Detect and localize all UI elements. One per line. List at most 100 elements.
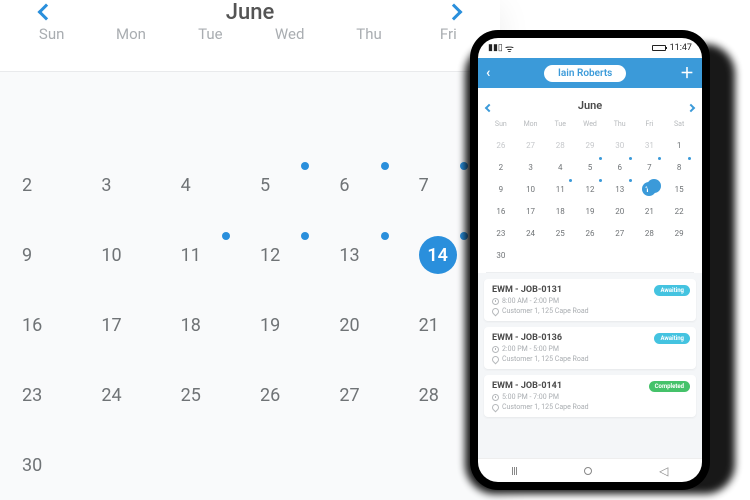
- calendar-day-prev-month[interactable]: 27: [516, 134, 546, 156]
- calendar-day[interactable]: 11: [171, 220, 250, 290]
- day-name: Tue: [171, 25, 250, 43]
- status-right: 11:47: [652, 43, 692, 53]
- mini-prev-month-button[interactable]: [486, 96, 492, 115]
- calendar-day[interactable]: 6: [329, 150, 408, 220]
- calendar-day[interactable]: 12: [250, 220, 329, 290]
- clock-icon: [492, 298, 499, 305]
- calendar-day[interactable]: 29: [664, 222, 694, 244]
- calendar-day[interactable]: 5: [575, 156, 605, 178]
- job-time: 8:00 AM - 2:00 PM: [492, 297, 688, 305]
- calendar-day[interactable]: 2: [12, 150, 91, 220]
- back-nav-button[interactable]: ◁: [659, 464, 668, 478]
- calendar-day[interactable]: 30: [486, 244, 516, 266]
- add-button[interactable]: ＋: [680, 63, 694, 83]
- calendar-day[interactable]: 18: [171, 290, 250, 360]
- mini-next-month-button[interactable]: [688, 96, 694, 115]
- event-dot-icon: [688, 157, 691, 160]
- calendar-day: [329, 80, 408, 150]
- calendar-day[interactable]: 20: [605, 200, 635, 222]
- calendar-day[interactable]: 25: [545, 222, 575, 244]
- calendar-day-prev-month[interactable]: 29: [575, 134, 605, 156]
- job-card[interactable]: EWM - JOB-01318:00 AM - 2:00 PMCustomer …: [484, 279, 696, 321]
- calendar-day[interactable]: 9: [486, 178, 516, 200]
- calendar-day[interactable]: 13: [329, 220, 408, 290]
- calendar-day[interactable]: 21: [635, 200, 665, 222]
- phone-frame: ▮▮▯ ᯤ 11:47 ‹ Iain Roberts ＋ June SunMon…: [470, 30, 710, 490]
- calendar-day[interactable]: 22: [664, 200, 694, 222]
- calendar-day[interactable]: 18: [545, 200, 575, 222]
- pin-icon: [491, 402, 501, 412]
- mini-day-name: Wed: [575, 120, 605, 128]
- pin-icon: [491, 306, 501, 316]
- calendar-day[interactable]: 19: [250, 290, 329, 360]
- calendar-day[interactable]: 3: [516, 156, 546, 178]
- next-month-button[interactable]: [448, 3, 460, 22]
- status-time: 11:47: [670, 43, 692, 53]
- calendar-day[interactable]: 27: [605, 222, 635, 244]
- calendar-day[interactable]: 24: [516, 222, 546, 244]
- calendar-day[interactable]: 10: [91, 220, 170, 290]
- app-header: ‹ Iain Roberts ＋: [478, 58, 702, 88]
- calendar-day[interactable]: 26: [575, 222, 605, 244]
- calendar-day[interactable]: 6: [605, 156, 635, 178]
- recent-apps-button[interactable]: [512, 467, 517, 475]
- calendar-day[interactable]: 12: [575, 178, 605, 200]
- calendar-day[interactable]: 16: [486, 200, 516, 222]
- calendar-day[interactable]: 10: [516, 178, 546, 200]
- calendar-day[interactable]: 5: [250, 150, 329, 220]
- calendar-day[interactable]: 3: [91, 150, 170, 220]
- calendar-day-prev-month[interactable]: 31: [635, 134, 665, 156]
- calendar-day[interactable]: 19: [575, 200, 605, 222]
- calendar-day[interactable]: 11: [545, 178, 575, 200]
- job-location: Customer 1, 125 Cape Road: [492, 403, 688, 411]
- calendar-day-prev-month[interactable]: 30: [605, 134, 635, 156]
- home-button[interactable]: [584, 467, 592, 475]
- calendar-day-prev-month[interactable]: 26: [486, 134, 516, 156]
- calendar-day[interactable]: 26: [250, 360, 329, 430]
- pin-icon: [491, 354, 501, 364]
- event-dot-icon: [599, 179, 602, 182]
- calendar-day[interactable]: 23: [486, 222, 516, 244]
- event-dot-icon: [301, 162, 309, 170]
- back-button[interactable]: ‹: [486, 65, 490, 81]
- event-dot-icon: [658, 157, 661, 160]
- signal-icons: ▮▮▯ ᯤ: [488, 41, 514, 55]
- calendar-day[interactable]: 27: [329, 360, 408, 430]
- mini-day-name: Thu: [605, 120, 635, 128]
- calendar-day[interactable]: 15: [664, 178, 694, 200]
- job-location: Customer 1, 125 Cape Road: [492, 355, 688, 363]
- calendar-day-prev-month[interactable]: 28: [545, 134, 575, 156]
- calendar-day[interactable]: 17: [516, 200, 546, 222]
- calendar-day[interactable]: 20: [329, 290, 408, 360]
- calendar-day[interactable]: 1: [664, 134, 694, 156]
- calendar-day[interactable]: 17: [91, 290, 170, 360]
- calendar-day[interactable]: 30: [12, 430, 91, 500]
- chevron-left-icon: [485, 103, 493, 111]
- battery-icon: [652, 45, 666, 51]
- user-pill[interactable]: Iain Roberts: [544, 65, 626, 82]
- calendar-day[interactable]: 24: [91, 360, 170, 430]
- job-time: 5:00 PM - 7:00 PM: [492, 393, 688, 401]
- event-dot-icon: [647, 179, 661, 193]
- mini-day-name: Sat: [664, 120, 694, 128]
- calendar-day[interactable]: 13: [605, 178, 635, 200]
- calendar-day[interactable]: 4: [545, 156, 575, 178]
- calendar-day[interactable]: 9: [12, 220, 91, 290]
- mini-calendar: June SunMonTueWedThuFriSat 2627282930311…: [478, 88, 702, 273]
- job-card[interactable]: EWM - JOB-01362:00 PM - 5:00 PMCustomer …: [484, 327, 696, 369]
- event-dot-icon: [629, 179, 632, 182]
- calendar-day[interactable]: 2: [486, 156, 516, 178]
- calendar-day[interactable]: 14: [635, 178, 665, 200]
- event-dot-icon: [569, 179, 572, 182]
- calendar-day[interactable]: 16: [12, 290, 91, 360]
- calendar-day[interactable]: 25: [171, 360, 250, 430]
- calendar-day[interactable]: 4: [171, 150, 250, 220]
- job-card[interactable]: EWM - JOB-01415:00 PM - 7:00 PMCustomer …: [484, 375, 696, 417]
- calendar-day[interactable]: 23: [12, 360, 91, 430]
- calendar-day[interactable]: 8: [664, 156, 694, 178]
- calendar-day[interactable]: 28: [635, 222, 665, 244]
- calendar-day[interactable]: 7: [635, 156, 665, 178]
- event-dot-icon: [381, 162, 389, 170]
- prev-month-button[interactable]: [40, 3, 52, 22]
- calendar-day: [171, 80, 250, 150]
